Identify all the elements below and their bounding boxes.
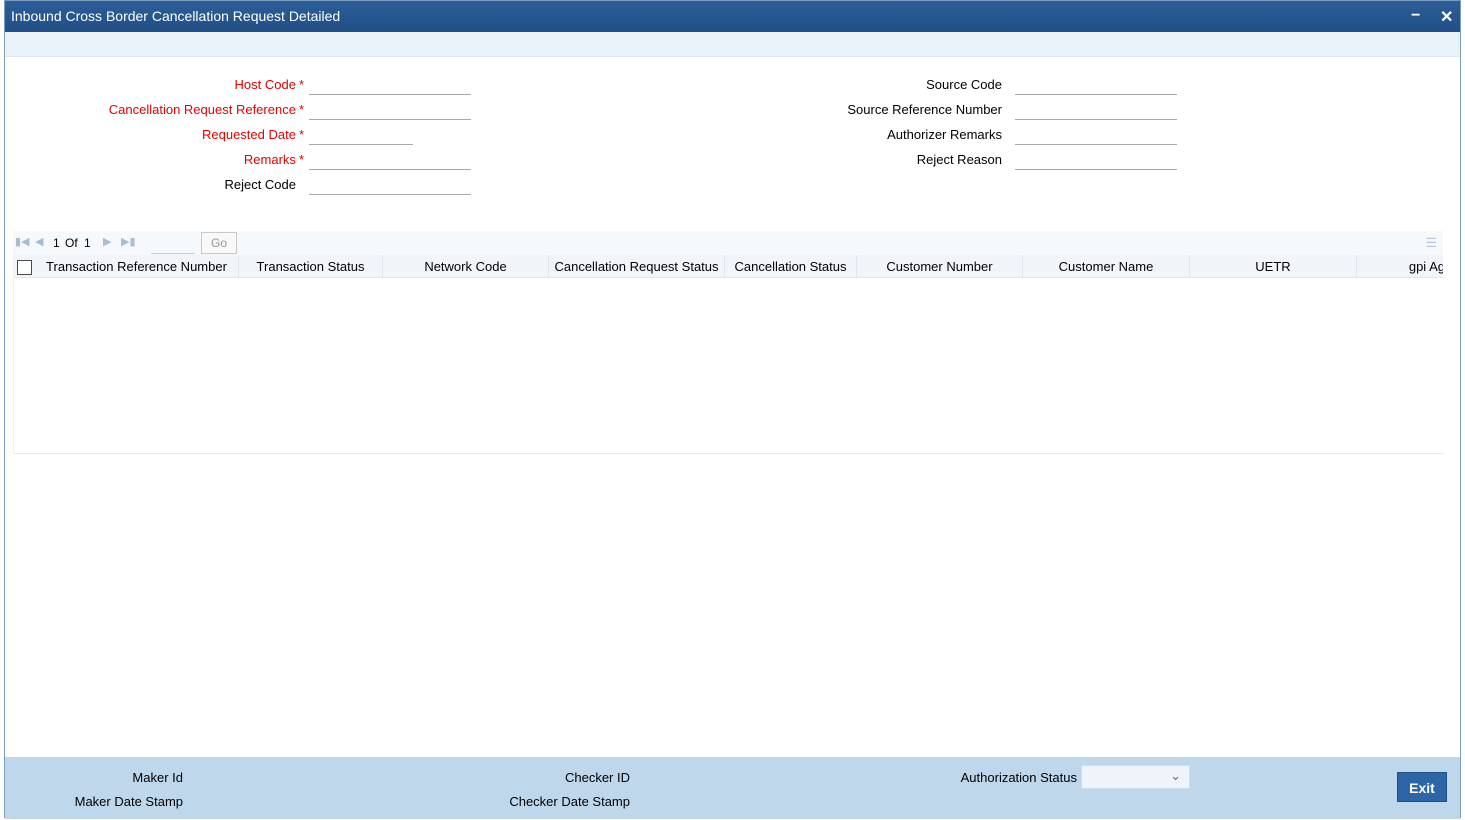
- grid-body: [13, 277, 1444, 454]
- column-customer-name[interactable]: Customer Name: [1023, 255, 1190, 277]
- column-network-code[interactable]: Network Code: [383, 255, 549, 277]
- cancellation-request-window: Inbound Cross Border Cancellation Reques…: [4, 0, 1461, 819]
- host-code-input[interactable]: [309, 74, 471, 95]
- next-page-icon[interactable]: ▶: [103, 235, 111, 248]
- reject-reason-input[interactable]: [1015, 149, 1177, 170]
- source-reference-number-label: Source Reference Number: [847, 102, 1002, 117]
- tab-strip: [5, 32, 1460, 57]
- cancellation-request-reference-input[interactable]: [309, 99, 471, 120]
- of-label: Of: [65, 236, 78, 250]
- close-icon[interactable]: ✕: [1440, 7, 1453, 27]
- page-number-input[interactable]: [151, 233, 195, 254]
- reject-reason-label: Reject Reason: [916, 152, 1002, 167]
- column-customer-number[interactable]: Customer Number: [857, 255, 1023, 277]
- maker-id-label: Maker Id: [132, 770, 183, 785]
- checker-id-label: Checker ID: [564, 770, 630, 785]
- remarks-label: Remarks *: [243, 152, 304, 167]
- reject-code-input[interactable]: [309, 174, 471, 195]
- minimize-icon[interactable]: −: [1411, 7, 1420, 25]
- source-code-input[interactable]: [1015, 74, 1177, 95]
- chevron-down-icon: ⌄: [1170, 768, 1181, 783]
- authorization-status-select[interactable]: ⌄: [1081, 765, 1190, 789]
- audit-footer: Maker Id Maker Date Stamp Checker ID Che…: [5, 757, 1460, 819]
- previous-page-icon[interactable]: ◀: [35, 235, 43, 248]
- column-transaction-reference-number[interactable]: Transaction Reference Number: [35, 255, 239, 277]
- requested-date-input[interactable]: [309, 124, 413, 145]
- reject-code-label: Reject Code: [224, 177, 296, 192]
- grid-header: Transaction Reference Number Transaction…: [13, 255, 1443, 278]
- authorizer-remarks-label: Authorizer Remarks: [887, 127, 1002, 142]
- authorization-status-label: Authorization Status: [960, 770, 1077, 785]
- title-bar: Inbound Cross Border Cancellation Reques…: [5, 1, 1460, 32]
- remarks-input[interactable]: [309, 149, 471, 170]
- total-pages: 1: [84, 236, 91, 250]
- checker-date-stamp-label: Checker Date Stamp: [509, 794, 630, 809]
- select-all-checkbox[interactable]: [17, 260, 32, 275]
- last-page-icon[interactable]: ▶▮: [121, 235, 136, 248]
- grid-settings-icon[interactable]: ☰: [1425, 235, 1437, 251]
- authorizer-remarks-input[interactable]: [1015, 124, 1177, 145]
- column-uetr[interactable]: UETR: [1190, 255, 1357, 277]
- column-cancellation-request-status[interactable]: Cancellation Request Status: [549, 255, 725, 277]
- grid-pagination-bar: ▮◀ ◀ 1 Of 1 ▶ ▶▮ Go ☰: [13, 231, 1443, 255]
- exit-button[interactable]: Exit: [1397, 772, 1447, 802]
- maker-date-stamp-label: Maker Date Stamp: [74, 794, 183, 809]
- cancellation-request-reference-label: Cancellation Request Reference *: [108, 102, 304, 117]
- current-page: 1: [53, 236, 60, 250]
- go-button[interactable]: Go: [201, 232, 237, 254]
- source-reference-number-input[interactable]: [1015, 99, 1177, 120]
- column-gpi-agent[interactable]: gpi Ag: [1357, 255, 1443, 277]
- window-title: Inbound Cross Border Cancellation Reques…: [11, 8, 341, 24]
- requested-date-label: Requested Date *: [201, 127, 304, 142]
- first-page-icon[interactable]: ▮◀: [15, 235, 30, 248]
- column-transaction-status[interactable]: Transaction Status: [239, 255, 383, 277]
- column-cancellation-status[interactable]: Cancellation Status: [725, 255, 857, 277]
- source-code-label: Source Code: [926, 77, 1002, 92]
- host-code-label: Host Code *: [234, 77, 304, 92]
